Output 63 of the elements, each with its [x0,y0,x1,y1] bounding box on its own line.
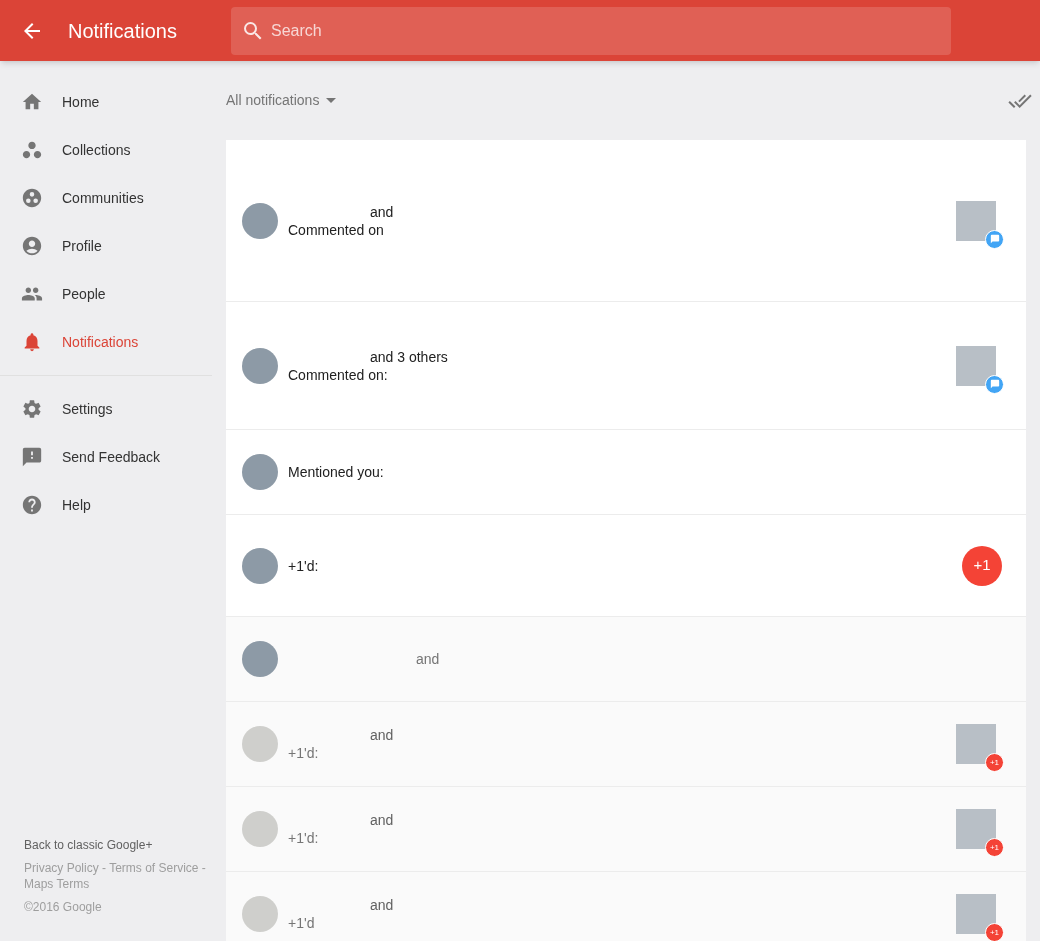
notification-action: +1'd: [288,829,320,847]
plus-one-badge: +1 [985,838,1004,857]
sidebar-item[interactable]: Profile [0,222,226,270]
notification-actors: and [369,202,395,221]
notification-row[interactable]: +1'd: +1 [226,515,1026,617]
sidebar-label: Help [62,495,91,515]
sidebar-item[interactable]: Settings [0,385,226,433]
notification-row[interactable]: and +1'd: +1 [226,787,1026,872]
notification-row[interactable]: and [226,617,1026,702]
notification-actors: and 3 others [369,347,449,366]
notification-row[interactable]: Mentioned you: [226,430,1026,515]
sidebar-item[interactable]: Collections [0,126,226,174]
sidebar-item[interactable]: Home [0,78,226,126]
notification-action: Commented on: [288,365,389,384]
avatar-photo-placeholder[interactable] [242,202,278,239]
circle-dots-icon [21,187,43,209]
notification-action: +1'd [288,914,316,932]
sidebar-item[interactable]: Help [0,481,226,529]
sidebar-label: People [62,284,106,304]
notification-action: and [415,650,441,668]
notification-action: Commented on [288,220,385,239]
comment-icon [989,234,1000,244]
sidebar-label: Send Feedback [62,447,161,467]
notification-row[interactable]: and 3 others Commented on: [226,302,1026,430]
sidebar-label: Communities [62,188,144,208]
sidebar-item[interactable]: Notifications [0,318,226,366]
plus-one-badge: +1 [985,753,1004,772]
notification-row[interactable]: and +1'd +1 [226,872,1026,941]
sidebar-item[interactable]: People [0,270,226,318]
notification-row[interactable]: and +1'd: +1 [226,702,1026,787]
notification-action: +1'd: [288,744,320,762]
notification-action: +1'd: [288,556,320,575]
sidebar-item[interactable]: Send Feedback [0,433,226,481]
sidebar-label: Notifications [62,332,139,352]
sidebar-item[interactable]: Communities [0,174,226,222]
post-thumbnail[interactable] [956,200,996,241]
sidebar-label: Collections [62,140,131,160]
sidebar-label: Settings [62,399,113,419]
plus-one-badge: +1 [985,923,1004,941]
notification-action: Mentioned you: [288,463,385,481]
copyright-text: ©2016 Google [24,899,103,916]
sidebar-label: Profile [62,236,102,256]
avatar-photo-placeholder[interactable] [242,547,278,584]
caret-icon [326,98,337,103]
notification-actors: and [369,726,395,744]
filter-dropdown[interactable]: All notifications [226,90,337,111]
comment-icon [989,379,1000,389]
page-title: Notifications [68,18,178,44]
help-icon [21,494,43,516]
avatar-photo-placeholder[interactable] [242,347,278,384]
feedback-icon [21,446,43,468]
notification-row[interactable]: and Commented on [226,140,1026,302]
avatar-photo-placeholder[interactable] [242,641,278,677]
plus-one-button[interactable]: +1 [962,545,1002,586]
notification-actors: and [369,811,395,829]
notification-actors: and [369,896,395,914]
sidebar-label: Home [62,92,100,112]
post-thumbnail[interactable] [956,345,996,386]
search-field[interactable]: Search [231,6,951,55]
settings-icon [21,398,43,420]
dots-cluster-icon [21,139,43,161]
avatar-photo-placeholder[interactable] [242,454,278,490]
classic-link[interactable]: Back to classic Google+ [24,836,226,854]
